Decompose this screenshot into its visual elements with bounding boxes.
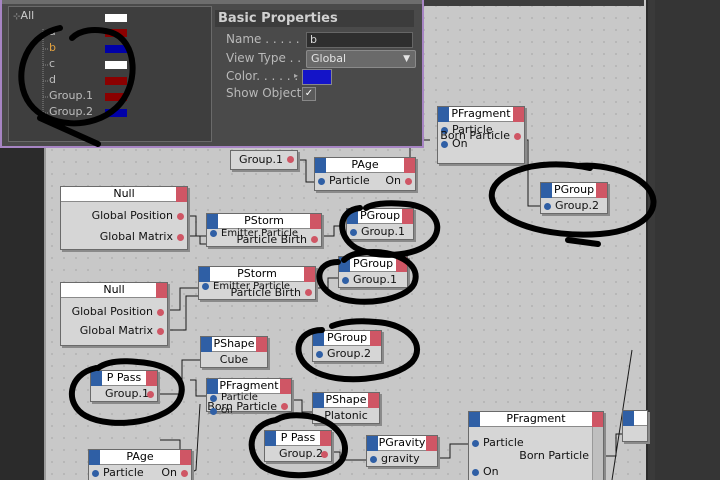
annotation-circle bbox=[248, 412, 348, 479]
annotation-circle bbox=[68, 358, 185, 426]
annotation-circle bbox=[295, 318, 420, 383]
hand-drawn-annotations bbox=[18, 25, 657, 479]
annotation-circle bbox=[488, 161, 657, 247]
xpresso-editor-screen: PFragment Particle Born Particle On Grou… bbox=[0, 0, 720, 480]
annotation-circle bbox=[339, 200, 441, 258]
annotation-circle bbox=[18, 25, 136, 147]
annotation-circle bbox=[316, 248, 419, 305]
